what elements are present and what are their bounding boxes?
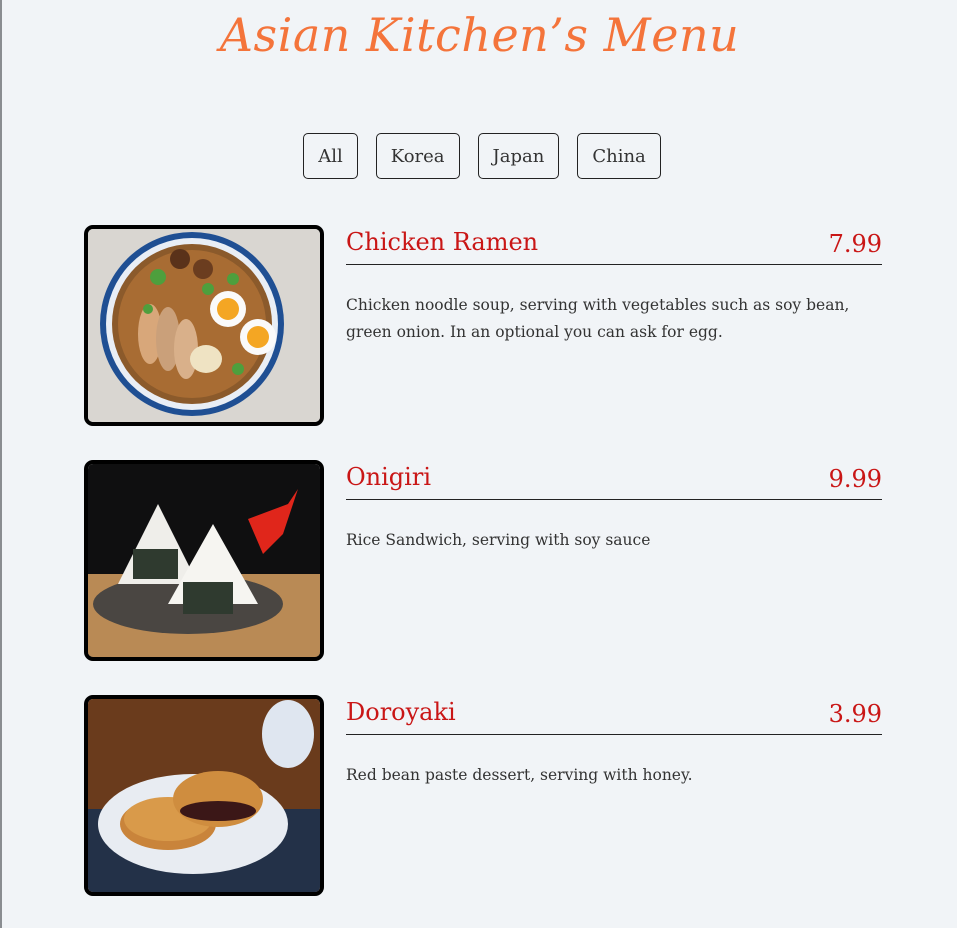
filter-all-button[interactable]: All [303, 133, 358, 179]
item-price: 3.99 [828, 700, 882, 728]
item-name: Doroyaki [346, 698, 456, 726]
doroyaki-photo [84, 695, 324, 896]
menu-item-chicken-ramen: Chicken Ramen 7.99 Chicken noodle soup, … [84, 225, 884, 426]
item-description: Red bean paste dessert, serving with hon… [346, 766, 693, 784]
item-description: Chicken noodle soup, serving with vegeta… [346, 296, 850, 341]
item-price: 7.99 [828, 230, 882, 258]
item-name: Chicken Ramen [346, 228, 539, 256]
page-title: Asian Kitchen’s Menu [219, 8, 740, 62]
item-description: Rice Sandwich, serving with soy sauce [346, 531, 651, 549]
item-name: Onigiri [346, 463, 431, 491]
filter-korea-button[interactable]: Korea [375, 133, 460, 179]
menu-item-onigiri: Onigiri 9.99 Rice Sandwich, serving with… [84, 460, 884, 661]
onigiri-photo [84, 460, 324, 661]
menu-item-doroyaki: Doroyaki 3.99 Red bean paste dessert, se… [84, 695, 884, 896]
filter-japan-button[interactable]: Japan [477, 133, 560, 179]
filter-china-button[interactable]: China [577, 133, 661, 179]
category-filter-bar: All Korea Japan China [2, 133, 957, 179]
chicken-ramen-photo [84, 225, 324, 426]
item-price: 9.99 [828, 465, 882, 493]
